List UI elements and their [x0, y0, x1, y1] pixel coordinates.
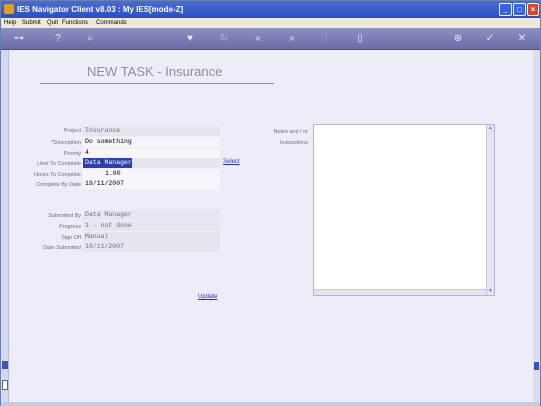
app-icon: [4, 4, 14, 14]
fast-forward-icon[interactable]: »: [285, 32, 299, 46]
menu-help[interactable]: Help: [4, 20, 16, 26]
toolbar: ⊶ ? ⌕ ♥ ↻ « » ⋮ ▯ ⊕ ✓ ✕: [1, 28, 540, 50]
search-icon[interactable]: ⌕: [83, 32, 97, 46]
menu-submit[interactable]: Submit: [22, 20, 41, 26]
sign-off-value: Manual: [83, 232, 220, 242]
globe-icon[interactable]: ⊕: [451, 32, 465, 46]
priority-label: Priority: [63, 151, 81, 157]
hours-to-complete-label: Hours To Complete: [34, 172, 81, 178]
submitted-by-label: Submitted By: [48, 213, 81, 219]
minimize-button[interactable]: _: [499, 3, 512, 16]
maximize-button[interactable]: □: [513, 3, 526, 16]
page-title: NEW TASK - Insurance: [87, 64, 223, 79]
priority-field[interactable]: 4: [83, 148, 220, 158]
user-to-complete-field[interactable]: Data Manager: [83, 158, 132, 168]
status-bar: [1, 402, 540, 406]
heart-icon[interactable]: ♥: [183, 32, 197, 46]
user-to-complete-label: User To Complete: [37, 161, 81, 167]
menu-functions[interactable]: Functions: [62, 20, 88, 26]
app-window: IES Navigator Client v8.03 : My IES : [m…: [0, 0, 541, 406]
tree-icon[interactable]: ⋮: [319, 32, 333, 46]
close-window-button[interactable]: ×: [527, 3, 539, 16]
description-field[interactable]: Do something: [83, 137, 220, 147]
instructions-label: Instructions: [279, 140, 308, 146]
project-value: Insurance: [83, 126, 220, 136]
date-submitted-label: Date Submitted: [43, 245, 81, 251]
submitted-by-value: Data Manager: [83, 210, 220, 220]
project-label: Project: [63, 128, 81, 134]
hours-to-complete-field[interactable]: 1.00: [83, 169, 220, 179]
progress-label: Progress: [58, 224, 81, 230]
sidebar-info-icon[interactable]: [2, 380, 8, 390]
menu-quit[interactable]: Quit: [47, 20, 58, 26]
right-sidebar-tab[interactable]: [534, 362, 539, 370]
user-to-complete-row: Data Manager: [83, 158, 220, 168]
check-icon[interactable]: ✓: [483, 32, 497, 46]
update-link[interactable]: Update: [198, 294, 217, 300]
title-bar: IES Navigator Client v8.03 : My IES : [m…: [1, 1, 540, 18]
select-user-link[interactable]: Select: [223, 159, 240, 165]
menu-bar: Help Submit Quit Functions Commands: [1, 18, 540, 28]
notes-label: Notes and / or: [273, 129, 308, 135]
key-icon[interactable]: ⊶: [7, 32, 31, 46]
sidebar-tab[interactable]: [2, 361, 8, 369]
content-area: NEW TASK - Insurance Project Insurance *…: [10, 50, 533, 402]
window-mode: [mode-Z]: [149, 5, 184, 14]
complete-by-date-field[interactable]: 19/11/2007: [83, 179, 220, 189]
document-icon[interactable]: ▯: [353, 32, 367, 46]
title-divider: [40, 83, 274, 84]
help-icon[interactable]: ?: [51, 32, 65, 46]
sign-off-label: Sign Off: [61, 235, 81, 241]
window-title: IES Navigator Client v8.03 : My IES :: [17, 5, 154, 14]
scroll-down-icon[interactable]: ▼: [488, 289, 493, 294]
date-submitted-value: 19/11/2007: [83, 242, 220, 252]
progress-value: 1 - not done: [83, 221, 220, 231]
complete-by-date-label: Complete By Date: [36, 182, 81, 188]
refresh-icon[interactable]: ↻: [217, 32, 231, 46]
scroll-up-icon[interactable]: ▲: [488, 126, 493, 131]
notes-textarea[interactable]: ▲ ▼: [313, 124, 495, 296]
notes-horizontal-scrollbar[interactable]: [314, 289, 486, 295]
right-sidebar: [533, 50, 540, 402]
menu-commands[interactable]: Commands: [96, 20, 127, 26]
close-icon[interactable]: ✕: [515, 32, 529, 46]
description-label: *Description: [51, 140, 81, 146]
rewind-icon[interactable]: «: [251, 32, 265, 46]
notes-vertical-scrollbar[interactable]: ▲ ▼: [486, 125, 494, 295]
